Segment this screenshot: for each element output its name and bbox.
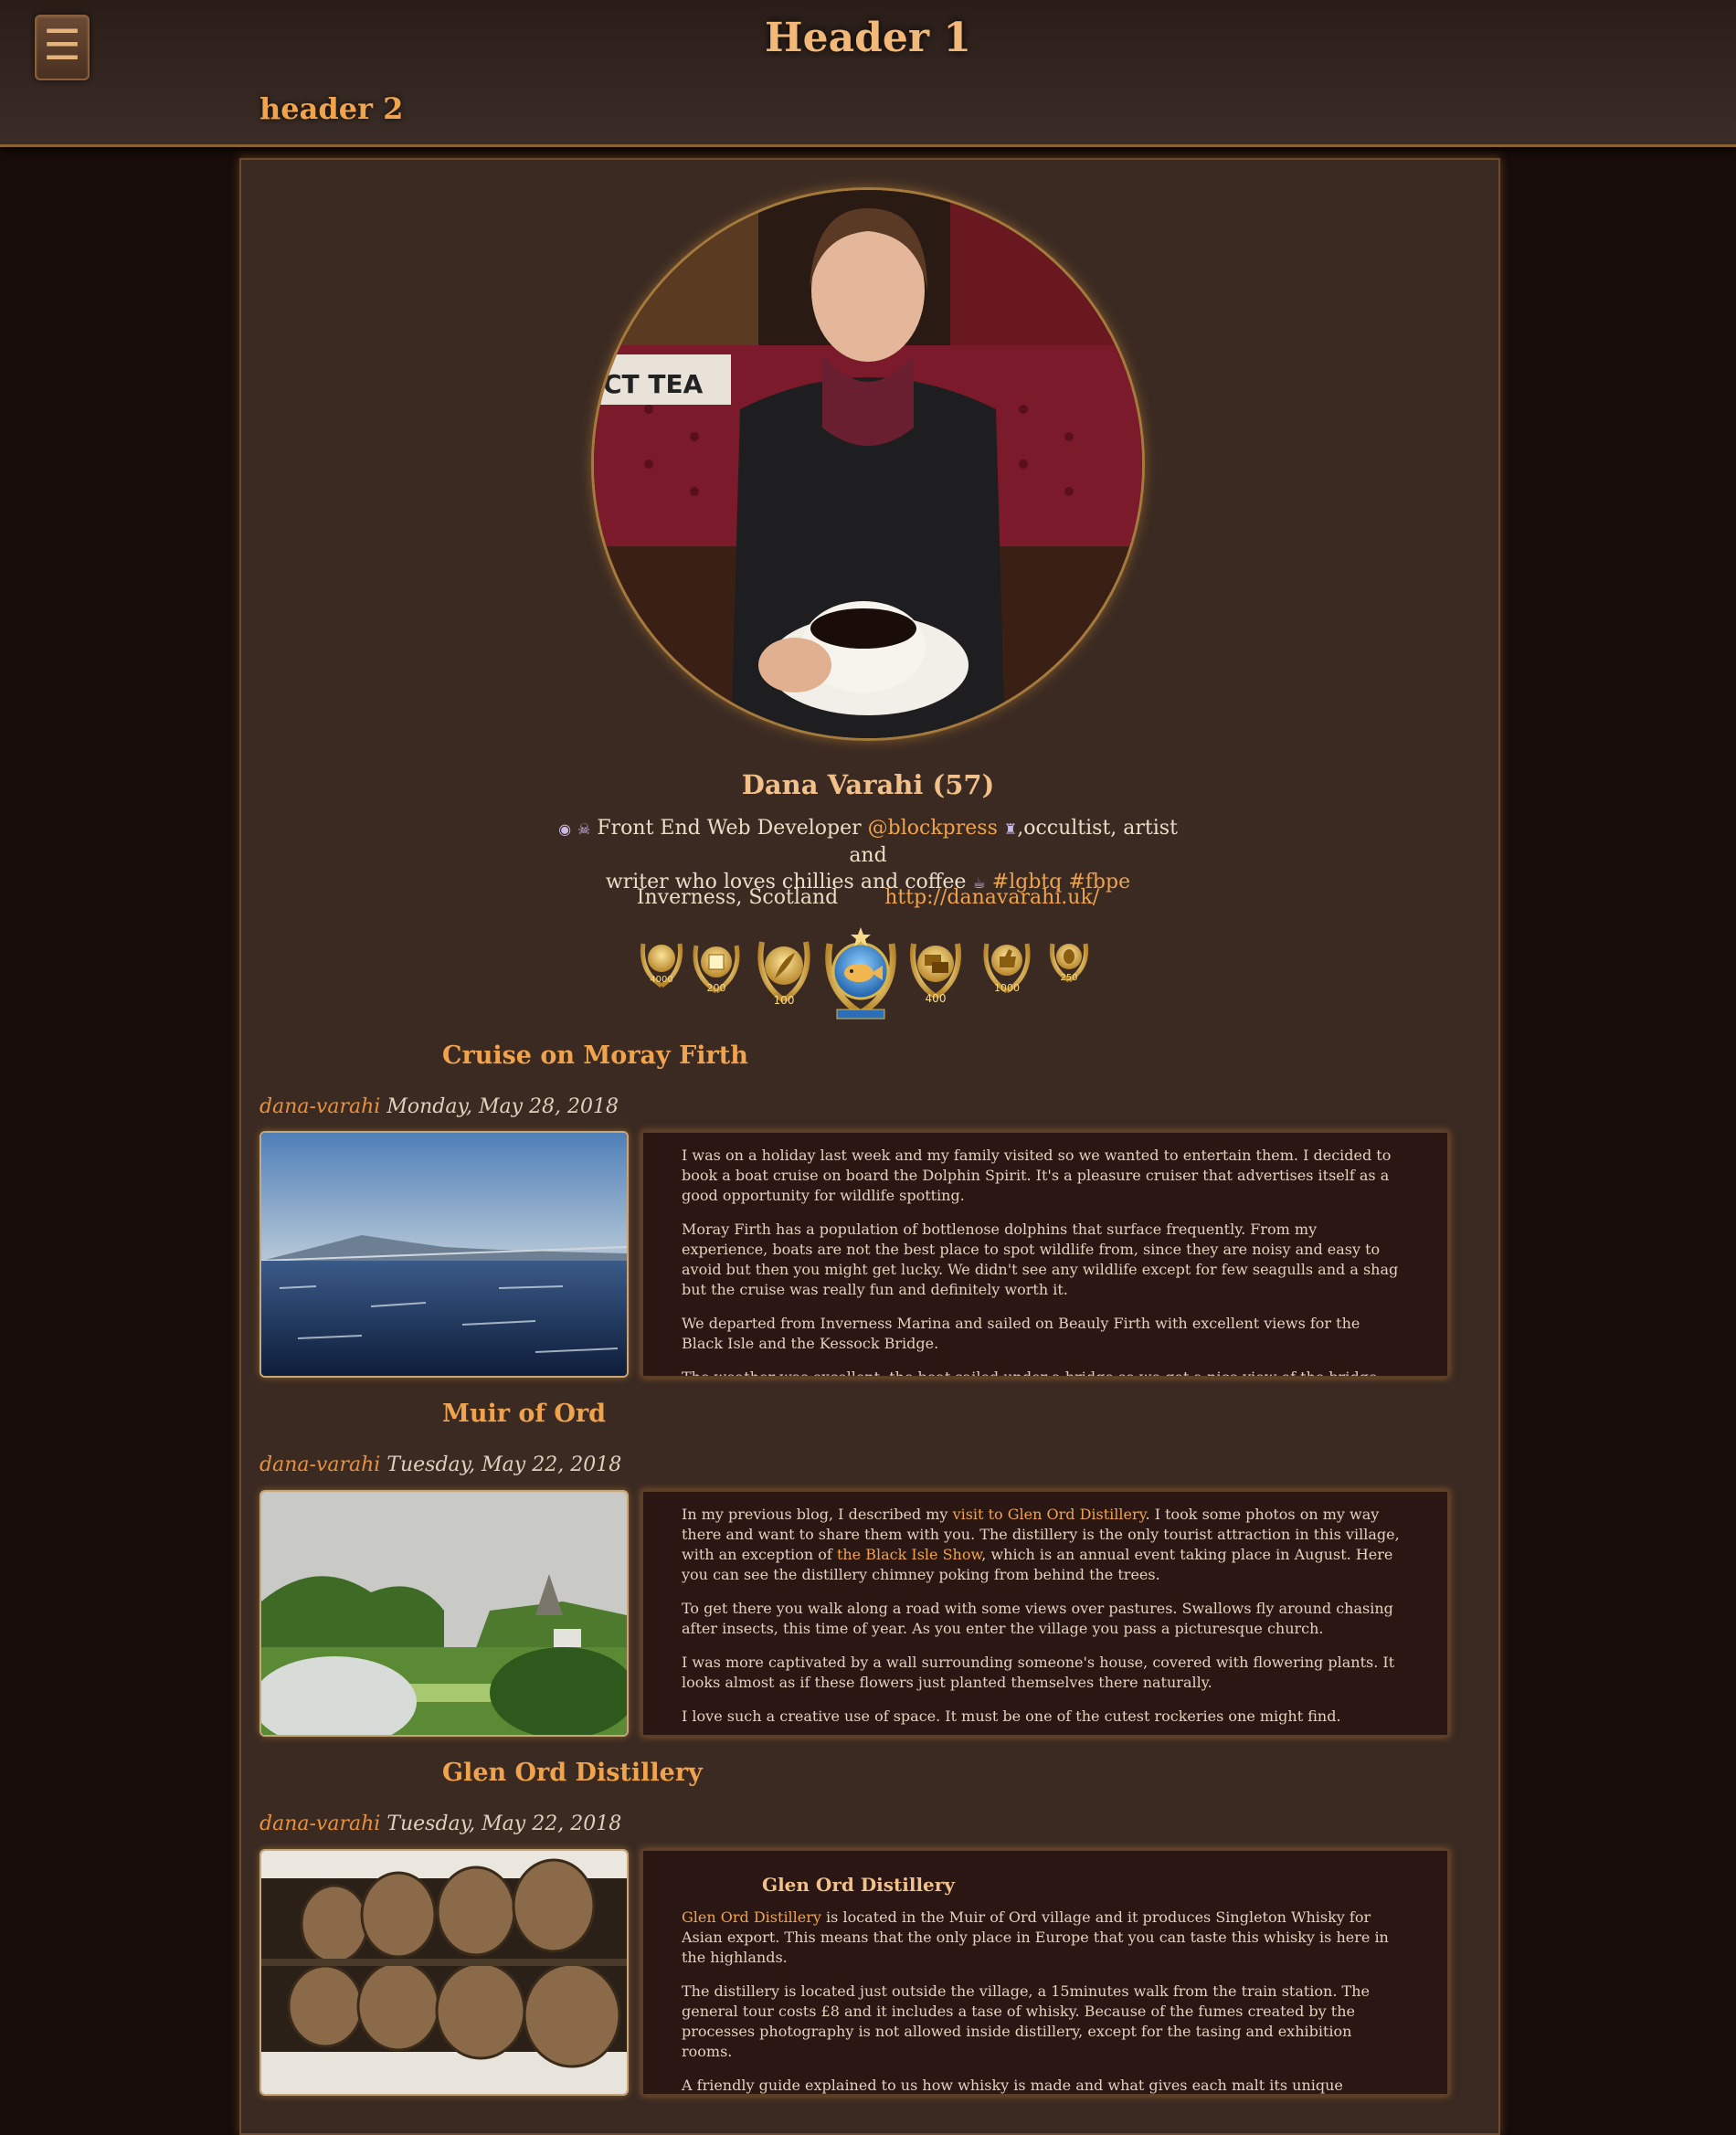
page-title: Header 1: [765, 15, 971, 61]
excerpt-paragraph: Glen Ord Distillery is located in the Mu…: [682, 1908, 1389, 1966]
top-bar: ☰ Header 1 header 2: [0, 0, 1736, 147]
excerpt-paragraph: I was on a holiday last week and my fami…: [682, 1147, 1392, 1204]
profile-name: Dana Varahi (57): [741, 769, 995, 800]
bio-text-1: Front End Web Developer: [597, 817, 862, 840]
svg-text:CT TEA: CT TEA: [603, 369, 704, 399]
profile-meta: Inverness, Scotland http://danavarahi.uk…: [0, 886, 1736, 909]
badge-row: 4000 200 100 400 1000 250: [636, 925, 1102, 1026]
profile-website-link[interactable]: http://danavarahi.uk/: [884, 886, 1099, 909]
svg-text:400: 400: [926, 992, 947, 1005]
badge-posts: 4000: [640, 943, 683, 988]
black-isle-show-link[interactable]: the Black Isle Show: [837, 1546, 981, 1563]
excerpt-paragraph: The weather was excellent, the boat sail…: [682, 1369, 1382, 1378]
badge-fish-rank: [825, 927, 896, 1020]
post-author-link[interactable]: dana-varahi: [259, 1813, 380, 1835]
svg-text:4000: 4000: [650, 975, 672, 985]
rat-icon: ♜: [1003, 820, 1018, 838]
badge-likes: 1000: [983, 943, 1031, 994]
post-meta-2: dana-varahi Tuesday, May 22, 2018: [259, 1453, 621, 1476]
post-excerpt-2: In my previous blog, I described my visi…: [641, 1490, 1449, 1737]
excerpt-paragraph: In my previous blog, I described my visi…: [682, 1506, 1400, 1583]
skull-icon: ☠: [577, 820, 591, 838]
badge-writer: 100: [757, 941, 810, 1007]
post-date: Monday, May 28, 2018: [386, 1095, 619, 1118]
post-title-1[interactable]: Cruise on Moray Firth: [442, 1041, 748, 1070]
page-subtitle: header 2: [259, 91, 404, 126]
svg-text:1000: 1000: [994, 982, 1020, 994]
badge-comments: 200: [693, 945, 740, 994]
post-excerpt-3: Glen Ord Distillery Glen Ord Distillery …: [641, 1849, 1449, 2096]
svg-text:200: 200: [707, 982, 726, 994]
post-title-2[interactable]: Muir of Ord: [442, 1400, 606, 1428]
profile-location: Inverness, Scotland: [636, 886, 839, 909]
glen-ord-distillery-link[interactable]: Glen Ord Distillery: [682, 1908, 821, 1926]
post-title-3[interactable]: Glen Ord Distillery: [442, 1759, 703, 1787]
post-thumbnail-1[interactable]: [259, 1131, 629, 1378]
visit-distillery-link[interactable]: visit to Glen Ord Distillery: [953, 1506, 1146, 1523]
avatar: CT TEA: [594, 190, 1142, 738]
bio-handle-link[interactable]: @blockpress: [868, 817, 998, 840]
post-date: Tuesday, May 22, 2018: [386, 1453, 622, 1476]
post-meta-1: dana-varahi Monday, May 28, 2018: [259, 1095, 619, 1118]
post-author-link[interactable]: dana-varahi: [259, 1095, 380, 1118]
excerpt-paragraph: I love such a creative use of space. It …: [682, 1707, 1341, 1725]
excerpt-paragraph: We departed from Inverness Marina and sa…: [682, 1315, 1360, 1352]
post-thumbnail-2[interactable]: [259, 1490, 629, 1737]
excerpt-heading: Glen Ord Distillery: [762, 1874, 955, 1896]
svg-text:100: 100: [774, 994, 795, 1007]
badge-discussions: 400: [910, 943, 961, 1005]
profile-bio: ◉ ☠ Front End Web Developer @blockpress …: [548, 815, 1188, 896]
post-excerpt-1: I was on a holiday last week and my fami…: [641, 1131, 1449, 1378]
ghost-icon: ◉: [558, 820, 572, 838]
post-author-link[interactable]: dana-varahi: [259, 1453, 380, 1476]
post-date: Tuesday, May 22, 2018: [386, 1813, 622, 1835]
post-meta-3: dana-varahi Tuesday, May 22, 2018: [259, 1813, 621, 1835]
excerpt-paragraph: The distillery is located just outside t…: [682, 1982, 1370, 2060]
post-thumbnail-3[interactable]: [259, 1849, 629, 2096]
excerpt-paragraph: To get there you walk along a road with …: [682, 1600, 1393, 1637]
excerpt-paragraph: Moray Firth has a population of bottleno…: [682, 1221, 1399, 1298]
excerpt-paragraph: A friendly guide explained to us how whi…: [682, 2077, 1343, 2094]
svg-text:250: 250: [1060, 973, 1077, 983]
badge-reactions: 250: [1049, 943, 1089, 983]
excerpt-paragraph: I was more captivated by a wall surround…: [682, 1654, 1395, 1691]
